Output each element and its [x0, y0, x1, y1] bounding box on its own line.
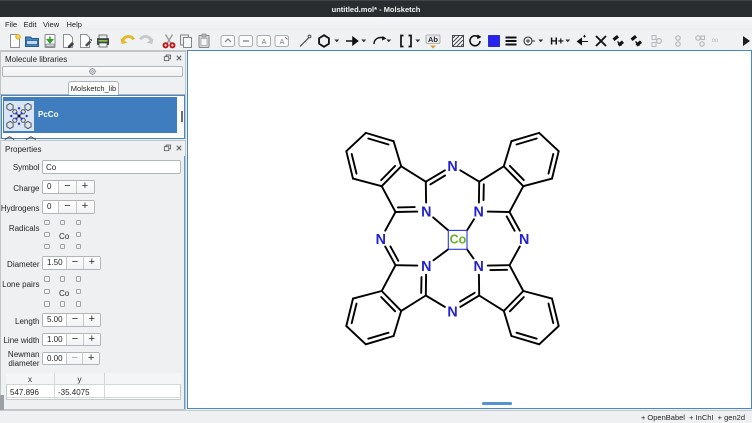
svg-text:N: N [519, 232, 529, 248]
svg-text:Co: Co [450, 232, 467, 246]
svg-text:N: N [474, 205, 484, 221]
svg-text:N: N [376, 232, 386, 248]
svg-text:N: N [447, 159, 457, 175]
svg-text:N: N [474, 259, 484, 275]
svg-text:ᵒᵒ: ᵒᵒ [711, 36, 717, 46]
svg-text:H+: H+ [550, 35, 564, 47]
svg-text:Ab: Ab [428, 35, 438, 44]
svg-text:A: A [261, 39, 266, 46]
svg-text:A: A [279, 39, 284, 46]
svg-text:N: N [421, 205, 431, 221]
svg-text:N: N [447, 305, 457, 321]
svg-text:N: N [421, 259, 431, 275]
